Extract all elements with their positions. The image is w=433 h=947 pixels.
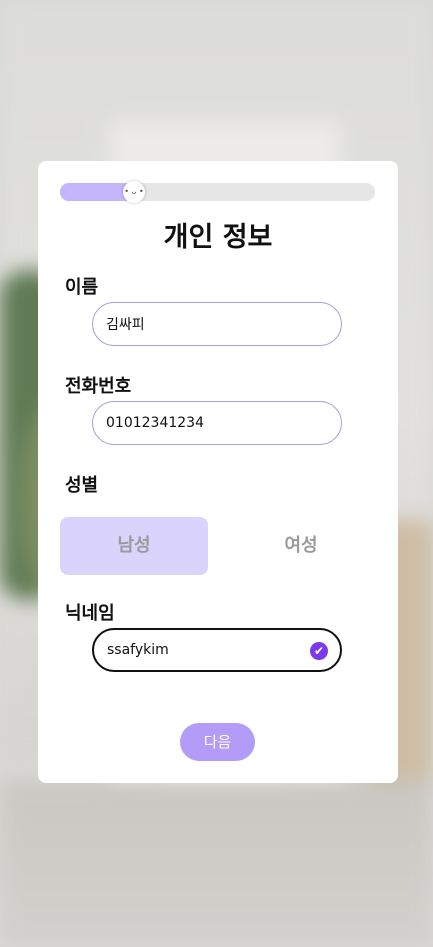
phone-field-wrapper [92,401,342,445]
name-field-wrapper [92,302,342,346]
nickname-field-wrapper: ✔ [92,628,342,672]
gender-female-button[interactable]: 여성 [227,517,375,575]
gender-male-button[interactable]: 남성 [60,517,208,575]
name-field[interactable] [106,303,306,345]
name-label: 이름 [65,277,99,298]
gender-label: 성별 [65,475,99,496]
progress-bar: • ᴗ • [60,181,375,203]
page-title: 개인 정보 [163,222,273,253]
phone-field[interactable] [106,402,306,444]
nickname-field[interactable] [107,629,307,671]
check-icon: ✔ [310,642,328,660]
phone-label: 전화번호 [65,376,132,397]
progress-thumb: • ᴗ • [123,181,145,203]
nickname-label: 닉네임 [65,603,115,624]
next-button[interactable]: 다음 [180,723,255,761]
personal-info-card: • ᴗ • 개인 정보 이름 전화번호 성별 남성 여성 닉네임 ✔ 다음 [38,161,398,783]
